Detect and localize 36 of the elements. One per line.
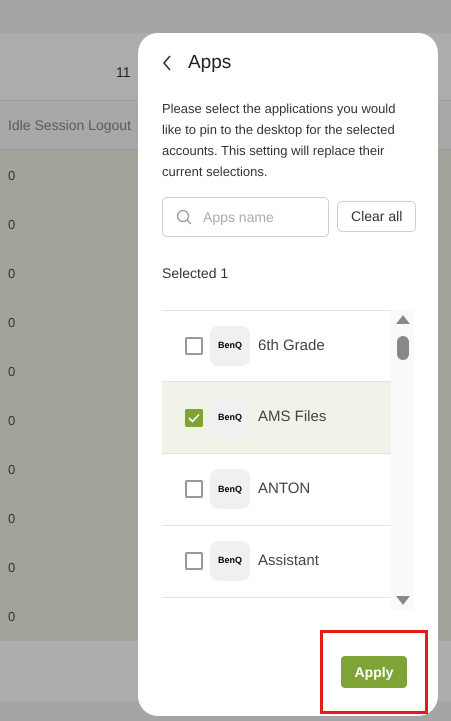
table-cell-text: 0 — [8, 608, 16, 626]
clear-all-button[interactable]: Clear all — [337, 201, 416, 232]
app-logo: BenQ — [210, 398, 250, 438]
table-cell-text: 0 — [8, 460, 16, 479]
checkbox[interactable] — [185, 408, 203, 427]
back-icon — [162, 55, 172, 72]
search-field[interactable]: Apps name — [162, 196, 329, 236]
search-icon — [176, 208, 192, 224]
checkbox[interactable] — [185, 336, 203, 355]
table-cell-text: 0 — [8, 510, 16, 528]
selected-count: Selected 1 — [162, 264, 230, 282]
app-name: Assistant — [258, 550, 319, 571]
header-text: 11 — [116, 63, 131, 82]
app-logo: BenQ — [210, 326, 250, 366]
app-row[interactable]: BenQ AMS Files — [162, 382, 391, 454]
app-logo: BenQ — [210, 469, 250, 510]
column-header: Idle Session Logout — [8, 116, 131, 135]
scroll-up-icon[interactable] — [396, 314, 410, 324]
scroll-thumb[interactable] — [396, 336, 408, 360]
table-cell-text: 0 — [8, 362, 16, 381]
table-cell-text: 0 — [8, 558, 16, 577]
table-cell-text: 0 — [8, 166, 16, 185]
checkbox[interactable] — [185, 552, 203, 570]
check-icon — [188, 412, 200, 423]
checkbox[interactable] — [185, 480, 203, 498]
table-cell-text: 0 — [8, 314, 16, 332]
description-text: Please select the applications you would like to pin to the desktop for the selected accounts. This setting will replace their current selections. — [162, 100, 396, 180]
panel-title: Apps — [188, 51, 232, 75]
table-cell-text: 0 — [8, 216, 16, 234]
scroll-down-icon[interactable] — [396, 596, 410, 606]
app-name: 6th Grade — [258, 336, 325, 356]
app-name: AMS Files — [258, 407, 326, 428]
app-name: ANTON — [258, 479, 310, 500]
table-cell-text: 0 — [8, 264, 16, 283]
table-cell-text: 0 — [8, 412, 16, 430]
app-logo: BenQ — [210, 541, 250, 582]
